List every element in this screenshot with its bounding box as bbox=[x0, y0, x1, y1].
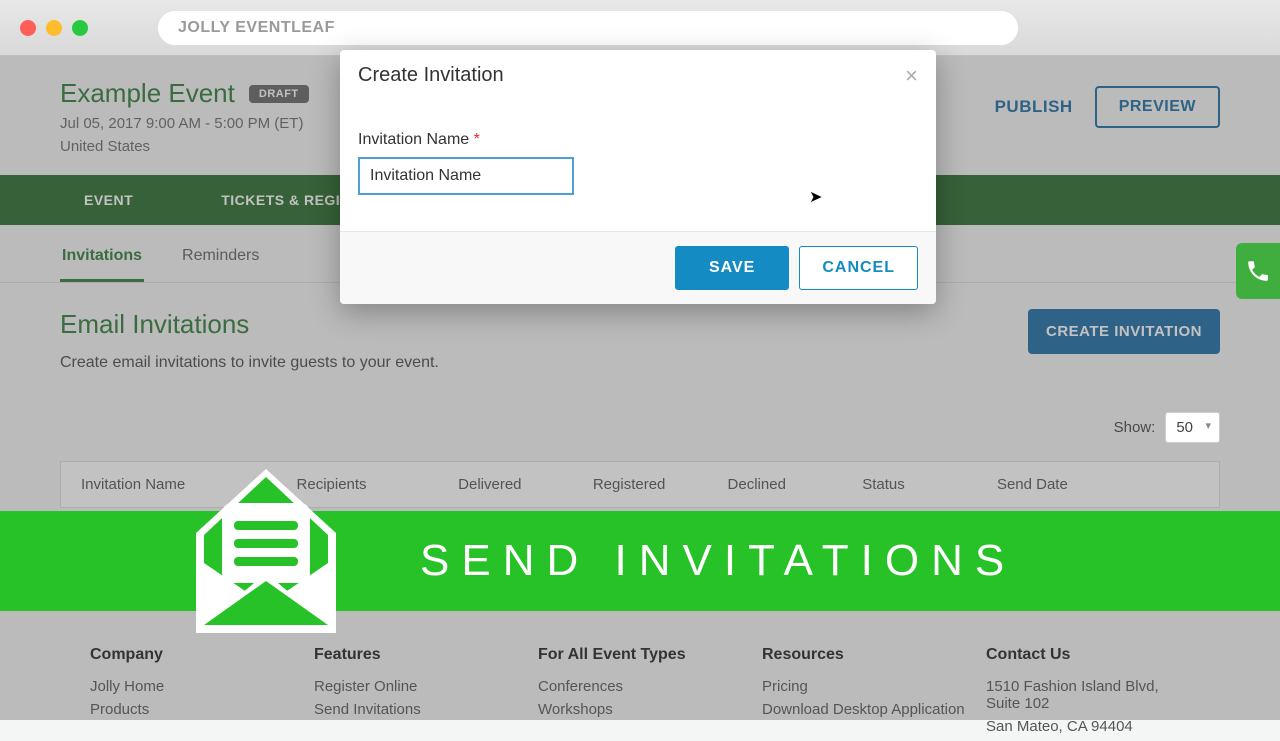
modal-title: Create Invitation bbox=[358, 64, 504, 87]
footer-link[interactable]: Send Invitations bbox=[314, 701, 518, 718]
phone-tab[interactable] bbox=[1236, 243, 1280, 299]
footer-link[interactable]: Pricing bbox=[762, 678, 966, 695]
window-close-icon[interactable] bbox=[20, 20, 36, 36]
address-bar[interactable]: JOLLY EVENTLEAF bbox=[158, 11, 1018, 45]
footer-link[interactable]: Register Online bbox=[314, 678, 518, 695]
promo-banner: SEND INVITATIONS bbox=[0, 511, 1280, 611]
footer: Company Jolly Home Products Features Reg… bbox=[0, 630, 1280, 741]
window-zoom-icon[interactable] bbox=[72, 20, 88, 36]
footer-features-heading: Features bbox=[314, 646, 518, 664]
save-button[interactable]: SAVE bbox=[675, 246, 789, 290]
close-icon[interactable]: × bbox=[905, 65, 918, 87]
footer-text: 1510 Fashion Island Blvd, Suite 102 bbox=[986, 678, 1190, 712]
window-minimize-icon[interactable] bbox=[46, 20, 62, 36]
footer-types-heading: For All Event Types bbox=[538, 646, 742, 664]
mac-titlebar: JOLLY EVENTLEAF bbox=[0, 0, 1280, 56]
cancel-button[interactable]: CANCEL bbox=[799, 246, 918, 290]
footer-link[interactable]: Products bbox=[90, 701, 294, 718]
footer-link[interactable]: Jolly Home bbox=[90, 678, 294, 695]
required-mark: * bbox=[474, 131, 480, 148]
footer-contact-heading: Contact Us bbox=[986, 646, 1190, 664]
footer-resources-heading: Resources bbox=[762, 646, 966, 664]
footer-text: San Mateo, CA 94404 bbox=[986, 718, 1190, 735]
show-count-select[interactable]: 50 bbox=[1165, 412, 1220, 443]
envelope-icon bbox=[186, 463, 346, 643]
footer-company-heading: Company bbox=[90, 646, 294, 664]
field-label-invitation-name: Invitation Name * bbox=[358, 131, 918, 149]
footer-link[interactable]: Workshops bbox=[538, 701, 742, 718]
phone-icon bbox=[1245, 258, 1271, 284]
footer-link[interactable]: Conferences bbox=[538, 678, 742, 695]
create-invitation-modal: Create Invitation × Invitation Name * SA… bbox=[340, 50, 936, 304]
banner-text: SEND INVITATIONS bbox=[420, 536, 1016, 586]
footer-link[interactable]: Download Desktop Application bbox=[762, 701, 966, 718]
cursor-icon: ➤ bbox=[809, 187, 822, 207]
invitation-name-input[interactable] bbox=[358, 157, 574, 195]
